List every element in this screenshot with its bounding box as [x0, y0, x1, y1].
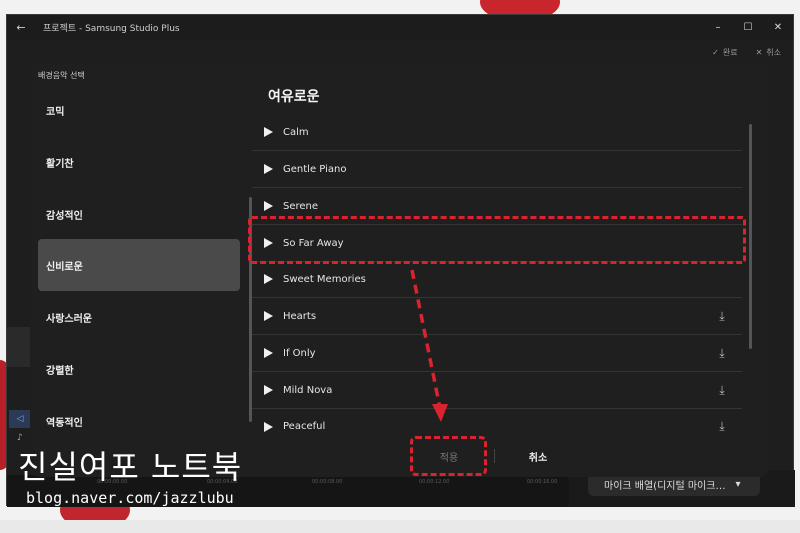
- download-icon[interactable]: ⤓: [702, 419, 742, 434]
- top-action-bar: ✓ 완료 ✕ 취소: [7, 39, 793, 65]
- close-button[interactable]: ✕: [763, 22, 793, 33]
- play-icon[interactable]: [264, 311, 273, 321]
- track-row[interactable]: Calm: [252, 114, 742, 151]
- track-list: Calm Gentle Piano Serene So Far Away Swe…: [252, 114, 742, 434]
- speaker-icon[interactable]: ◁: [9, 410, 31, 428]
- play-icon[interactable]: [264, 201, 273, 211]
- watermark-title: 진실여포 노트북: [18, 448, 243, 486]
- window-title: 프로젝트 - Samsung Studio Plus: [43, 23, 180, 34]
- background-music-dialog: 배경음악 선택 코믹 활기찬 감성적인 신비로운 사랑스러운 강렬한 역동적인 …: [30, 64, 769, 477]
- category-item-dynamic[interactable]: 역동적인: [38, 395, 240, 447]
- category-item-intense[interactable]: 강렬한: [38, 343, 240, 395]
- minimize-button[interactable]: –: [703, 22, 733, 33]
- cancel-button[interactable]: 취소: [508, 436, 568, 476]
- list-title: 여유로운: [268, 89, 320, 105]
- category-item-lovely[interactable]: 사랑스러운: [38, 291, 240, 343]
- play-icon[interactable]: [264, 348, 273, 358]
- play-icon[interactable]: [264, 164, 273, 174]
- category-list: 코믹 활기찬 감성적인 신비로운 사랑스러운 강렬한 역동적인: [30, 84, 245, 474]
- play-icon[interactable]: [264, 127, 273, 137]
- play-icon[interactable]: [264, 421, 273, 432]
- category-item-lively[interactable]: 활기찬: [38, 136, 240, 188]
- track-row[interactable]: Sweet Memories: [252, 261, 742, 298]
- annotation-highlight-apply: [410, 436, 487, 476]
- play-icon[interactable]: [264, 385, 273, 395]
- maximize-button[interactable]: ☐: [733, 22, 763, 33]
- category-item-comic[interactable]: 코믹: [38, 84, 240, 136]
- track-row[interactable]: Mild Nova ⤓: [252, 372, 742, 409]
- button-divider: [494, 449, 495, 463]
- dialog-heading: 배경음악 선택: [38, 71, 85, 80]
- back-arrow-icon[interactable]: ←: [7, 21, 35, 34]
- watermark-url: blog.naver.com/jazzlubu: [26, 489, 234, 507]
- download-icon[interactable]: ⤓: [702, 346, 742, 361]
- play-icon[interactable]: [264, 274, 273, 284]
- download-icon[interactable]: ⤓: [702, 309, 742, 324]
- annotation-highlight-track: [248, 216, 746, 264]
- track-list-scrollbar[interactable]: [749, 124, 752, 349]
- track-row[interactable]: Gentle Piano: [252, 151, 742, 188]
- track-row[interactable]: If Only ⤓: [252, 335, 742, 372]
- track-row[interactable]: Peaceful ⤓: [252, 408, 742, 445]
- topbar-cancel-button[interactable]: ✕ 취소: [756, 47, 781, 58]
- track-row[interactable]: Hearts ⤓: [252, 298, 742, 335]
- category-item-mysterious[interactable]: 신비로운: [38, 239, 240, 291]
- done-button[interactable]: ✓ 완료: [712, 47, 737, 58]
- download-icon[interactable]: ⤓: [702, 383, 742, 398]
- check-icon: ✓: [712, 47, 719, 57]
- title-bar: ← 프로젝트 - Samsung Studio Plus – ☐ ✕: [7, 15, 793, 39]
- category-item-emotional[interactable]: 감성적인: [38, 188, 240, 240]
- close-icon: ✕: [755, 47, 763, 57]
- bottom-strip: [0, 520, 800, 533]
- chevron-down-icon: ▾: [735, 478, 741, 490]
